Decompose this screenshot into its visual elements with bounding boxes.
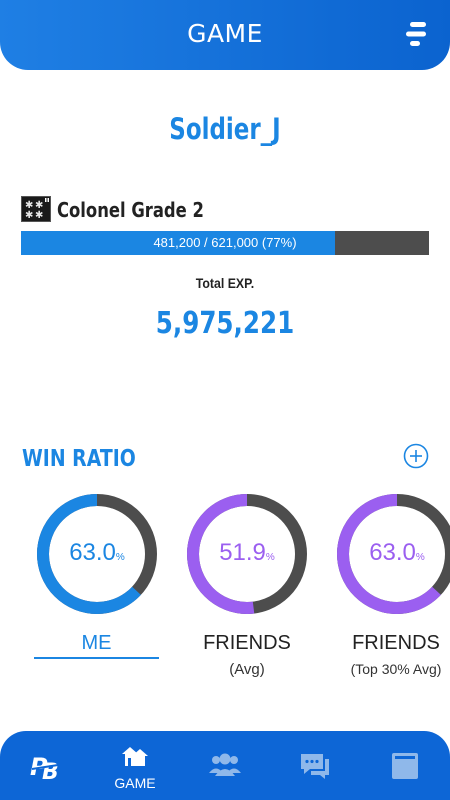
win-ratio-donut-friends-avg[interactable]: 51.9%: [185, 492, 309, 616]
exp-progress-bar: 481,200 / 621,000 (77%): [21, 231, 429, 255]
player-name: Soldier_J: [169, 112, 281, 146]
percent-unit: %: [265, 552, 275, 563]
game-icon: [122, 747, 148, 766]
nav-item-chat[interactable]: [270, 731, 360, 800]
nav-item-wallet[interactable]: [360, 731, 450, 800]
nav-item-game[interactable]: GAME: [90, 731, 180, 800]
win-ratio-number: 63.0: [69, 539, 116, 566]
nav-item-friends[interactable]: [180, 731, 270, 800]
top-app-bar: GAME: [0, 0, 450, 70]
exp-progress-text: 481,200 / 621,000 (77%): [153, 235, 297, 250]
menu-icon[interactable]: [404, 20, 430, 48]
nav-item-home[interactable]: P B: [0, 731, 90, 800]
win-ratio-sub-friends-top: (Top 30% Avg): [350, 661, 442, 677]
selected-underline: [34, 657, 159, 659]
win-ratio-value-friends-top: 63.0%: [335, 539, 450, 567]
chat-icon: [301, 754, 329, 779]
win-ratio-value-friends-avg: 51.9%: [185, 539, 309, 567]
rank-insignia-icon: ✱ ✱ ✱ ✱: [21, 196, 51, 222]
bottom-navigation: P B GAME: [0, 731, 450, 800]
percent-unit: %: [115, 552, 125, 563]
win-ratio-donut-friends-top[interactable]: 63.0%: [335, 492, 450, 616]
wallet-icon: [392, 753, 418, 779]
total-exp-value: 5,975,221: [155, 306, 295, 341]
win-ratio-number: 63.0: [369, 539, 416, 566]
win-ratio-value-me: 63.0%: [35, 539, 159, 567]
brand-logo-icon: P B: [30, 753, 59, 782]
svg-text:B: B: [42, 760, 59, 782]
friends-icon: [209, 753, 241, 776]
win-ratio-number: 51.9: [219, 539, 266, 566]
add-circle-icon[interactable]: [403, 443, 429, 469]
win-ratio-label-friends-top[interactable]: FRIENDS: [330, 632, 450, 655]
page-title: GAME: [187, 19, 263, 48]
win-ratio-title: WIN RATIO: [22, 446, 136, 472]
rank-label: Colonel Grade 2: [57, 198, 204, 222]
nav-item-game-label: GAME: [114, 775, 156, 791]
win-ratio-sub-friends-avg: (Avg): [229, 661, 265, 678]
percent-unit: %: [415, 552, 425, 563]
svg-text:✱: ✱: [35, 210, 43, 221]
win-ratio-donut-me[interactable]: 63.0%: [35, 492, 159, 616]
total-exp-label: Total EXP.: [195, 275, 255, 291]
win-ratio-label-me[interactable]: ME: [34, 632, 159, 655]
win-ratio-label-friends-avg[interactable]: FRIENDS: [172, 632, 322, 655]
svg-text:✱: ✱: [25, 210, 33, 221]
